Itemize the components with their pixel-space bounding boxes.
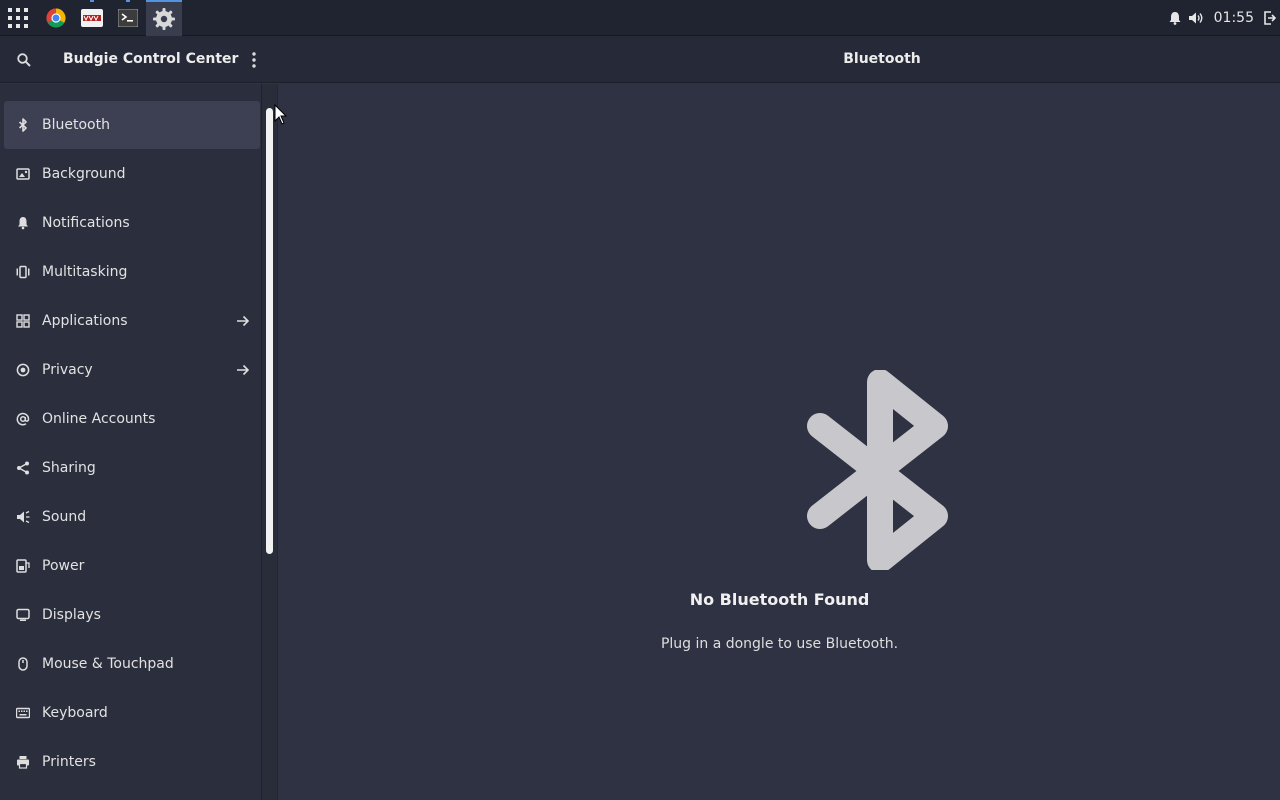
background-icon (4, 167, 42, 181)
app-menu-button[interactable] (0, 0, 36, 36)
main-panel: No Bluetooth Found Plug in a dongle to u… (279, 84, 1280, 800)
sidebar-item-mouse-touchpad[interactable]: Mouse & Touchpad (4, 640, 260, 688)
sidebar-item-privacy[interactable]: Privacy (4, 346, 260, 394)
chrome-icon (46, 8, 66, 28)
logout-icon[interactable] (1264, 11, 1276, 25)
vertical-dots-icon (252, 52, 256, 68)
printer-icon (4, 755, 42, 769)
applications-icon (4, 314, 42, 328)
sidebar-item-label: Printers (42, 754, 96, 770)
sidebar: Bluetooth Background Notifications Multi… (0, 84, 262, 800)
search-icon (17, 53, 31, 67)
multitasking-icon (4, 265, 42, 279)
main-menu-button[interactable] (242, 48, 266, 72)
power-icon (4, 559, 42, 573)
vnc-viewer-icon (81, 9, 103, 27)
sidebar-item-background[interactable]: Background (4, 150, 260, 198)
terminal-icon (118, 9, 138, 27)
notification-bell-icon[interactable] (1168, 11, 1182, 25)
sidebar-item-displays[interactable]: Displays (4, 591, 260, 639)
arrow-right-icon (236, 315, 260, 327)
search-button[interactable] (12, 48, 36, 72)
at-icon (4, 412, 42, 426)
sidebar-item-bluetooth[interactable]: Bluetooth (4, 101, 260, 149)
sidebar-item-sharing[interactable]: Sharing (4, 444, 260, 492)
status-subtitle: Plug in a dongle to use Bluetooth. (660, 636, 899, 652)
running-indicator (90, 0, 94, 2)
app-title: Budgie Control Center (63, 51, 239, 67)
chrome-launcher[interactable] (38, 0, 74, 36)
clock[interactable]: 01:55 (1214, 10, 1254, 26)
sidebar-item-notifications[interactable]: Notifications (4, 199, 260, 247)
sidebar-item-label: Bluetooth (42, 117, 110, 133)
sidebar-item-label: Sharing (42, 460, 96, 476)
sidebar-item-printers[interactable]: Printers (4, 738, 260, 786)
system-tray: 01:55 (1168, 0, 1280, 36)
sidebar-item-label: Applications (42, 313, 128, 329)
sidebar-item-label: Mouse & Touchpad (42, 656, 174, 672)
settings-gear-icon (153, 8, 175, 30)
bluetooth-large-icon (807, 370, 948, 570)
sidebar-item-label: Background (42, 166, 126, 182)
vnc-viewer-launcher[interactable] (74, 0, 110, 36)
sidebar-item-power[interactable]: Power (4, 542, 260, 590)
mouse-icon (4, 657, 42, 671)
terminal-launcher[interactable] (110, 0, 146, 36)
top-panel: 01:55 (0, 0, 1280, 36)
sidebar-item-label: Displays (42, 607, 101, 623)
running-indicator (126, 0, 130, 2)
sidebar-scrollbar-thumb[interactable] (266, 108, 273, 554)
sidebar-item-label: Notifications (42, 215, 130, 231)
sidebar-item-label: Multitasking (42, 264, 128, 280)
bluetooth-icon (4, 118, 42, 132)
status-title: No Bluetooth Found (689, 590, 870, 609)
sidebar-item-label: Online Accounts (42, 411, 156, 427)
keyboard-icon (4, 706, 42, 720)
privacy-icon (4, 363, 42, 377)
sidebar-item-label: Sound (42, 509, 87, 525)
share-icon (4, 461, 42, 475)
sidebar-item-multitasking[interactable]: Multitasking (4, 248, 260, 296)
display-icon (4, 608, 42, 622)
sidebar-item-sound[interactable]: Sound (4, 493, 260, 541)
speaker-icon (4, 510, 42, 524)
sidebar-item-applications[interactable]: Applications (4, 297, 260, 345)
app-grid-icon (8, 8, 28, 28)
settings-launcher[interactable] (146, 0, 182, 36)
sidebar-item-online-accounts[interactable]: Online Accounts (4, 395, 260, 443)
mouse-cursor-icon (274, 104, 288, 125)
volume-icon[interactable] (1188, 11, 1204, 25)
sidebar-item-label: Keyboard (42, 705, 108, 721)
arrow-right-icon (236, 364, 260, 376)
sidebar-item-label: Power (42, 558, 85, 574)
bell-icon (4, 216, 42, 230)
sidebar-item-keyboard[interactable]: Keyboard (4, 689, 260, 737)
header-bar: Budgie Control Center Bluetooth (0, 36, 1280, 83)
page-title: Bluetooth (843, 51, 921, 67)
sidebar-item-label: Privacy (42, 362, 93, 378)
